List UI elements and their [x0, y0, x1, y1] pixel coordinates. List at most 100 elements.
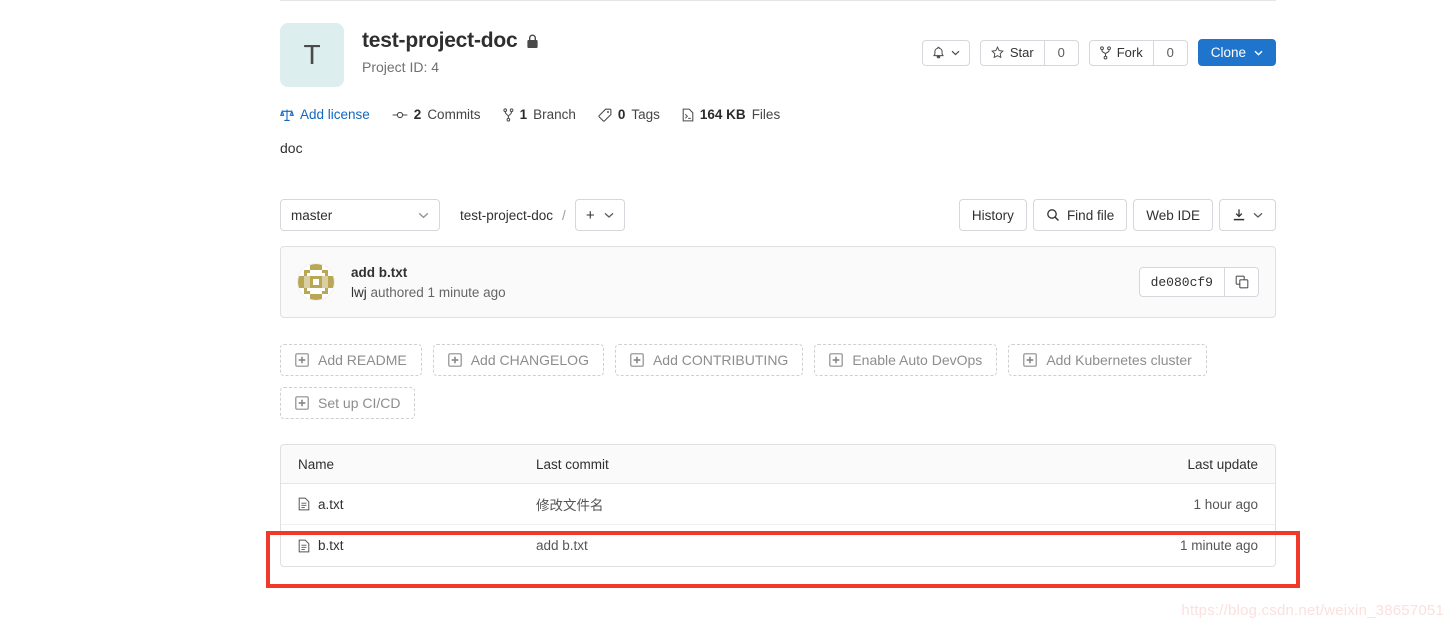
enable-auto-devops-label: Enable Auto DevOps — [852, 352, 983, 368]
column-header-name: Name — [298, 456, 335, 472]
commit-sha[interactable]: de080cf9 — [1140, 268, 1224, 296]
star-icon — [990, 46, 1004, 59]
breadcrumb-root[interactable]: test-project-doc — [460, 208, 553, 223]
commits-stat[interactable]: 2 Commits — [392, 107, 481, 122]
page-title: test-project-doc — [362, 29, 518, 52]
add-readme-button[interactable]: Add README — [280, 344, 422, 376]
scale-icon — [280, 108, 294, 122]
notifications-button[interactable] — [921, 39, 970, 66]
fork-button-group[interactable]: Fork 0 — [1088, 39, 1188, 66]
tags-label: Tags — [631, 107, 660, 122]
last-commit-panel: add b.txt lwj authored 1 minute ago de08… — [280, 246, 1276, 318]
tag-icon — [598, 108, 612, 122]
table-header: Name Last commit Last update — [281, 445, 1275, 484]
table-row[interactable]: a.txt 修改文件名 1 hour ago — [281, 484, 1275, 525]
gitlab-project-page: T test-project-doc Project ID: 4 Star 0 … — [0, 0, 1449, 621]
last-commit-title[interactable]: add b.txt — [351, 265, 506, 280]
commit-icon — [392, 109, 408, 121]
star-label: Star — [1009, 45, 1034, 60]
enable-auto-devops-button[interactable]: Enable Auto DevOps — [814, 344, 998, 376]
breadcrumb: test-project-doc / — [460, 208, 566, 223]
commit-authored-text: authored 1 minute ago — [370, 284, 506, 300]
add-kubernetes-cluster-button[interactable]: Add Kubernetes cluster — [1008, 344, 1207, 376]
search-icon — [1046, 208, 1060, 222]
branch-selector-value: master — [291, 207, 333, 223]
plus-square-icon — [630, 353, 644, 367]
table-row[interactable]: b.txt add b.txt 1 minute ago — [281, 525, 1275, 566]
plus-square-icon — [1023, 353, 1038, 367]
chevron-down-icon — [418, 212, 429, 219]
download-icon — [1232, 208, 1246, 222]
project-stats: Add license 2 Commits 1 Branch 0 Tags 16… — [280, 107, 1276, 122]
commit-sha-group[interactable]: de080cf9 — [1138, 267, 1259, 297]
commit-author[interactable]: lwj — [351, 285, 367, 300]
tags-count: 0 — [617, 107, 626, 122]
file-last-commit-cell[interactable]: add b.txt — [536, 538, 1075, 553]
find-file-button[interactable]: Find file — [1032, 199, 1128, 231]
project-meta: test-project-doc Project ID: 4 — [362, 23, 539, 75]
breadcrumb-separator: / — [562, 207, 566, 223]
find-file-label: Find file — [1066, 207, 1115, 223]
chevron-down-icon — [1254, 50, 1263, 56]
project-title-row: test-project-doc — [362, 29, 539, 53]
plus-square-icon — [295, 396, 309, 410]
add-readme-label: Add README — [318, 352, 407, 368]
file-name-cell[interactable]: a.txt — [281, 497, 536, 512]
fork-label: Fork — [1116, 45, 1143, 60]
add-license-link[interactable]: Add license — [280, 107, 370, 122]
clone-button[interactable]: Clone — [1197, 39, 1276, 66]
lock-icon — [526, 34, 539, 49]
plus-square-icon — [295, 353, 309, 367]
branch-selector[interactable]: master — [280, 199, 440, 231]
fork-count: 0 — [1152, 40, 1187, 65]
column-header-last-update: Last update — [1187, 456, 1258, 472]
tags-stat[interactable]: 0 Tags — [598, 107, 660, 122]
fork-icon — [1099, 45, 1111, 60]
file-name-cell[interactable]: b.txt — [281, 538, 536, 553]
add-contributing-label: Add CONTRIBUTING — [652, 352, 789, 368]
project-avatar-letter: T — [303, 39, 321, 70]
download-button[interactable] — [1219, 199, 1276, 231]
file-last-commit-cell[interactable]: 修改文件名 — [536, 494, 1075, 514]
project-avatar: T — [280, 23, 344, 87]
fork-button[interactable]: Fork — [1090, 41, 1153, 65]
plus-square-icon — [447, 353, 462, 367]
last-commit-subtitle: lwj authored 1 minute ago — [351, 285, 506, 300]
copy-icon[interactable] — [1224, 268, 1258, 296]
add-to-tree-button[interactable]: + — [574, 199, 625, 231]
project-id-label: Project ID: 4 — [362, 59, 440, 75]
set-up-cicd-button[interactable]: Set up CI/CD — [280, 387, 416, 419]
page-content: T test-project-doc Project ID: 4 Star 0 … — [280, 0, 1276, 567]
files-size-stat[interactable]: 164 KB Files — [682, 107, 780, 122]
plus-icon: + — [585, 206, 595, 224]
top-divider — [280, 0, 1276, 1]
branches-label: Branch — [533, 107, 576, 122]
set-up-cicd-label: Set up CI/CD — [318, 395, 401, 411]
branches-stat[interactable]: 1 Branch — [502, 107, 576, 122]
add-license-label: Add license — [300, 107, 370, 122]
add-contributing-button[interactable]: Add CONTRIBUTING — [614, 344, 804, 376]
doc-icon — [682, 108, 694, 122]
history-button[interactable]: History — [958, 199, 1027, 231]
header-actions: Star 0 Fork 0 Clone — [921, 39, 1276, 66]
add-changelog-label: Add CHANGELOG — [470, 352, 589, 368]
watermark: https://blog.csdn.net/weixin_38657051 — [1181, 602, 1444, 619]
plus-square-icon — [829, 353, 844, 367]
clone-label: Clone — [1210, 45, 1246, 60]
column-header-last-commit: Last commit — [536, 456, 609, 472]
star-button-group[interactable]: Star 0 — [979, 39, 1079, 66]
quick-actions-row: Add README Add CHANGELOG Add CONTRIBUTIN… — [280, 344, 1276, 376]
file-tree-table: Name Last commit Last update a.txt 修改文件名… — [280, 444, 1276, 567]
web-ide-button[interactable]: Web IDE — [1133, 199, 1213, 231]
web-ide-label: Web IDE — [1146, 207, 1200, 223]
branches-count: 1 — [519, 107, 528, 122]
last-commit-text: add b.txt lwj authored 1 minute ago — [351, 265, 506, 300]
star-count: 0 — [1043, 40, 1078, 65]
add-changelog-button[interactable]: Add CHANGELOG — [432, 344, 604, 376]
star-button[interactable]: Star — [981, 41, 1044, 65]
identicon-avatar — [297, 263, 335, 301]
add-kubernetes-cluster-label: Add Kubernetes cluster — [1046, 352, 1192, 368]
bell-icon — [932, 46, 945, 60]
files-size-value: 164 KB — [699, 107, 746, 122]
chevron-down-icon — [951, 50, 960, 56]
